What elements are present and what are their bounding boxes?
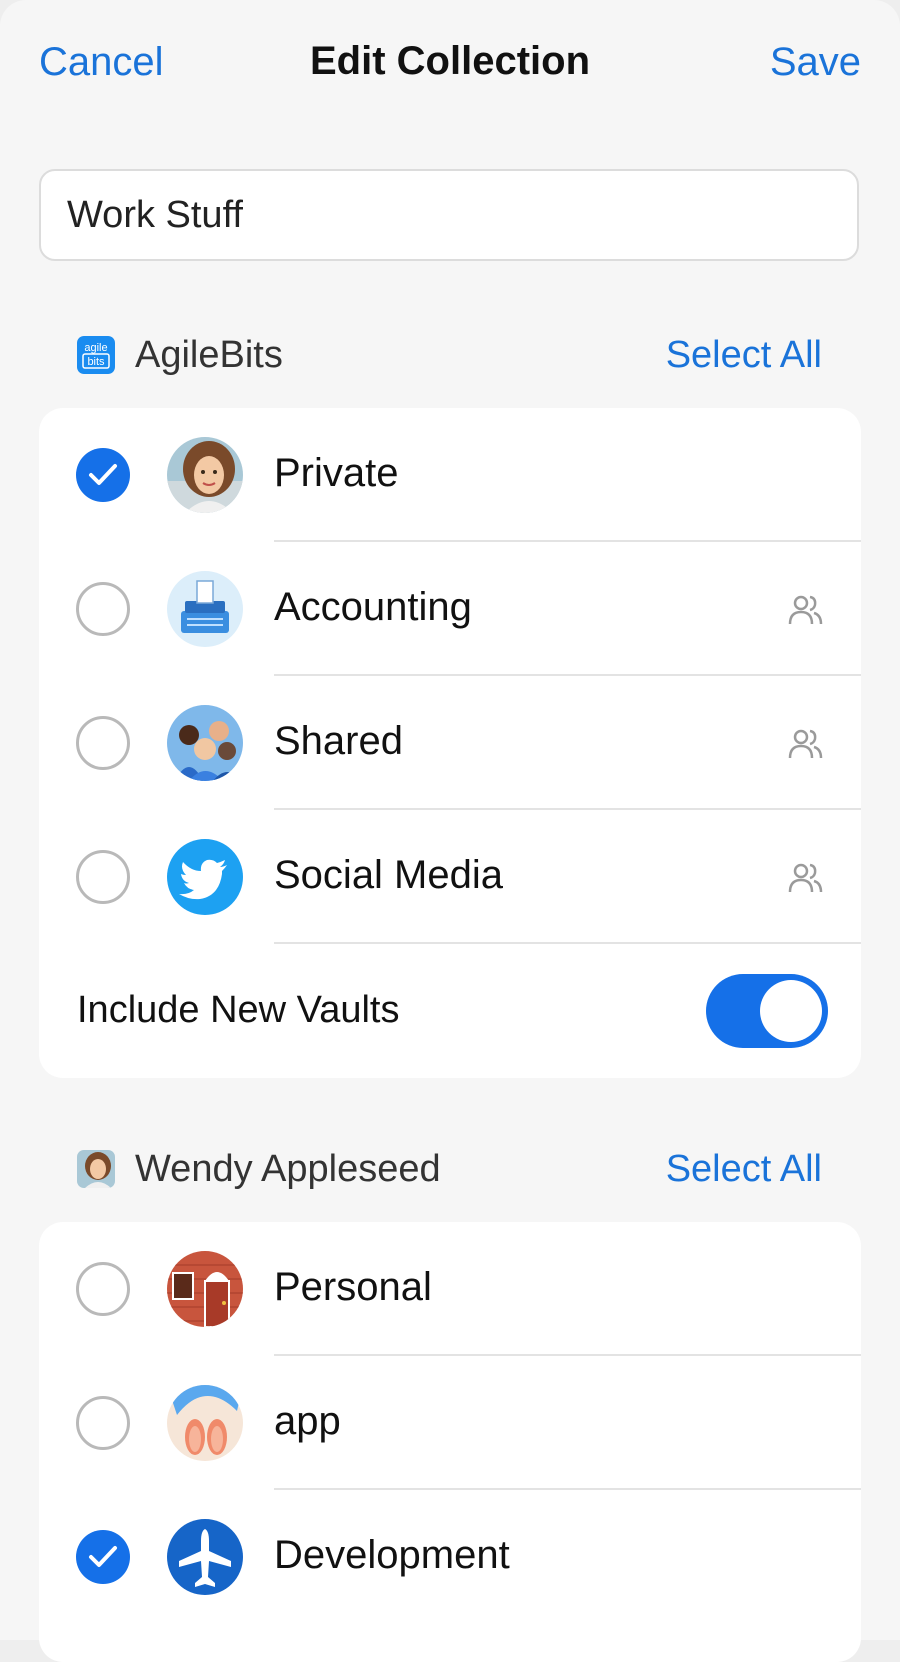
vault-row-personal[interactable]: Personal: [39, 1222, 861, 1356]
vault-name: Social Media: [274, 853, 504, 897]
people-icon: [787, 593, 823, 627]
svg-text:agile: agile: [84, 342, 107, 354]
unchecked-circle-icon[interactable]: [76, 850, 130, 904]
select-all-button[interactable]: Select All: [666, 334, 822, 377]
vault-name: app: [274, 1399, 341, 1443]
people-icon: [787, 861, 823, 895]
agilebits-logo-icon: agile bits: [77, 336, 115, 374]
account-name: AgileBits: [135, 334, 283, 376]
vault-name: Private: [274, 451, 399, 495]
airplane-avatar: [167, 1519, 243, 1595]
vault-list-wendy-appleseed: Personal app Development: [39, 1222, 861, 1662]
page-title: Edit Collection: [310, 39, 590, 83]
account-header-wendy-appleseed: Wendy Appleseed Select All: [0, 1140, 900, 1200]
vault-name: Personal: [274, 1265, 432, 1309]
vault-name: Shared: [274, 719, 403, 763]
vault-name: Development: [274, 1533, 510, 1577]
wendy-photo-icon: [77, 1150, 115, 1188]
include-new-vaults-row: Include New Vaults: [39, 944, 861, 1076]
vault-row-social-media[interactable]: Social Media: [39, 810, 861, 944]
vault-row-app[interactable]: app: [39, 1356, 861, 1490]
checkmark-icon[interactable]: [76, 448, 130, 502]
select-all-button[interactable]: Select All: [666, 1148, 822, 1191]
people-icon: [787, 727, 823, 761]
twitter-bird-avatar: [167, 839, 243, 915]
unchecked-circle-icon[interactable]: [76, 1396, 130, 1450]
collection-name-field[interactable]: [39, 169, 859, 261]
vault-row-development[interactable]: Development: [39, 1490, 861, 1624]
house-door-avatar: [167, 1251, 243, 1327]
checkmark-icon[interactable]: [76, 1530, 130, 1584]
unchecked-circle-icon[interactable]: [76, 1262, 130, 1316]
edit-collection-sheet: Cancel Edit Collection Save agile bits A…: [0, 0, 900, 1662]
group-people-avatar: [167, 705, 243, 781]
account-header-agilebits: agile bits AgileBits Select All: [0, 326, 900, 386]
account-name: Wendy Appleseed: [135, 1148, 441, 1190]
vault-row-shared[interactable]: Shared: [39, 676, 861, 810]
toggle-knob: [760, 980, 822, 1042]
vault-row-accounting[interactable]: Accounting: [39, 542, 861, 676]
vault-row-private[interactable]: Private: [39, 408, 861, 542]
include-new-vaults-toggle[interactable]: [706, 974, 828, 1048]
save-button[interactable]: Save: [770, 40, 861, 85]
unchecked-circle-icon[interactable]: [76, 716, 130, 770]
woman-portrait-avatar: [167, 437, 243, 513]
vault-list-agilebits: Private Accounting Shared Social Media I…: [39, 408, 861, 1078]
svg-text:bits: bits: [87, 356, 105, 368]
flip-flops-avatar: [167, 1385, 243, 1461]
cash-register-avatar: [167, 571, 243, 647]
unchecked-circle-icon[interactable]: [76, 582, 130, 636]
navigation-bar: Cancel Edit Collection Save: [0, 0, 900, 130]
include-new-vaults-label: Include New Vaults: [77, 989, 400, 1031]
vault-name: Accounting: [274, 585, 472, 629]
